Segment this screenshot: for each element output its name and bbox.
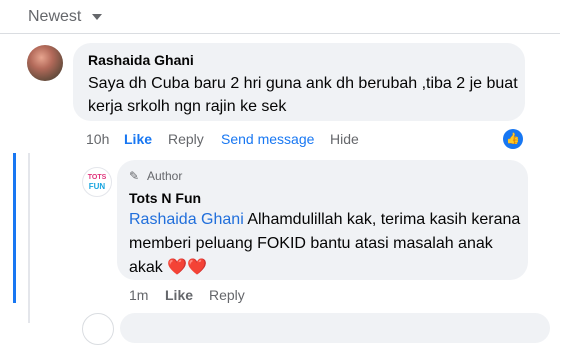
comment-time[interactable]: 10h <box>86 131 109 147</box>
divider <box>0 33 560 34</box>
reply-button[interactable]: Reply <box>168 131 204 147</box>
comment-input[interactable] <box>120 313 550 343</box>
thread-highlight-line <box>13 153 16 303</box>
page-avatar[interactable]: TOTS FUN <box>82 167 112 197</box>
reply-button[interactable]: Reply <box>209 287 245 303</box>
comment-composer <box>82 313 552 345</box>
author-badge-label: Author <box>147 169 183 183</box>
sort-dropdown-label[interactable]: Newest <box>28 8 81 26</box>
caret-down-icon[interactable] <box>92 14 102 20</box>
comments-header: Newest <box>0 0 571 36</box>
avatar[interactable] <box>27 45 63 81</box>
reply-text: Rashaida Ghani Alhamdulillah kak, terima… <box>129 208 524 280</box>
reply-time[interactable]: 1m <box>129 287 148 303</box>
reply-author[interactable]: Tots N Fun <box>129 190 201 206</box>
like-button[interactable]: Like <box>165 287 193 303</box>
reply-bubble: ✎ Author Tots N Fun Rashaida Ghani Alham… <box>117 160 528 280</box>
comment-author[interactable]: Rashaida Ghani <box>88 52 194 68</box>
avatar-logo-top: TOTS <box>87 174 107 181</box>
comment-text: Saya dh Cuba baru 2 hri guna ank dh beru… <box>88 75 518 115</box>
heart-emoji: ❤️❤️ <box>167 259 208 276</box>
comment-bubble: Rashaida Ghani Saya dh Cuba baru 2 hri g… <box>73 43 525 121</box>
like-button[interactable]: Like <box>124 131 152 147</box>
mention-link[interactable]: Rashaida Ghani <box>129 211 244 228</box>
send-message-button[interactable]: Send message <box>221 131 314 147</box>
hide-button[interactable]: Hide <box>330 131 359 147</box>
avatar-logo-bottom: FUN <box>88 182 106 191</box>
thread-branch-line <box>28 153 30 323</box>
pencil-icon: ✎ <box>129 169 140 183</box>
like-reaction-icon[interactable]: 👍 <box>503 129 523 149</box>
avatar <box>82 313 114 345</box>
